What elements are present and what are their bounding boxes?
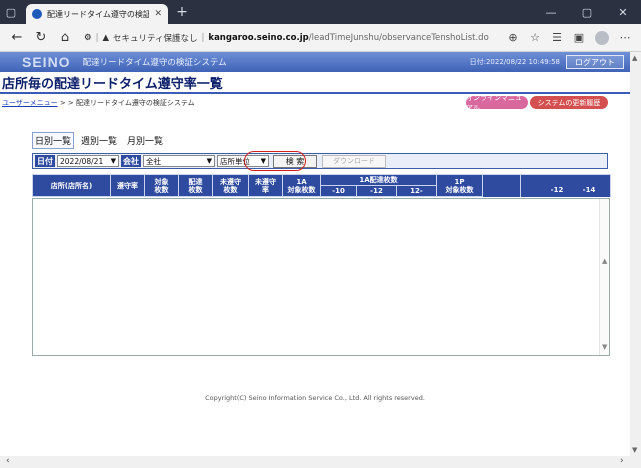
browser-tab[interactable]: 配達リードタイム遵守の検証システム ✕: [26, 4, 168, 24]
chevron-down-icon: ▼: [110, 157, 116, 165]
reload-icon[interactable]: ↻: [30, 27, 52, 49]
current-date: 日付:2022/08/22 10:49:58: [469, 58, 560, 66]
copyright-text: Copyright(C) Seino Information Service C…: [205, 394, 425, 402]
col-header-text: 配達 枚数: [188, 177, 203, 194]
scroll-down-icon[interactable]: ▼: [602, 343, 607, 351]
col-header-noncompliant-count: 未遵守 枚数: [212, 174, 249, 197]
filter-bar: 日付 2022/08/21 ▼ 会社 全社 ▼ 店所単位 ▼ 検 索 ダウンロード: [32, 153, 608, 169]
scroll-up-icon[interactable]: ▲: [632, 54, 637, 62]
seino-logo: SEINO: [22, 54, 71, 70]
col-header-noncompliant-rate: 未遵守 率: [248, 174, 283, 197]
date-label: 日付: [35, 155, 55, 167]
company-select-value: 全社: [146, 156, 161, 166]
more-icon[interactable]: ⋯: [615, 27, 635, 49]
minimize-icon[interactable]: —: [533, 0, 569, 24]
update-history-button[interactable]: システムの更新履歴: [530, 96, 608, 109]
back-icon[interactable]: ←: [6, 27, 28, 49]
maximize-icon[interactable]: ▢: [569, 0, 605, 24]
col-header-1a-12plus: 12-: [395, 185, 438, 197]
company-select[interactable]: 全社 ▼: [143, 155, 215, 167]
results-table-header: 店所(店所名) 遵守率 対象 枚数 配達 枚数 未遵守 枚数 未遵守 率 1A …: [32, 174, 612, 197]
download-button[interactable]: ダウンロード: [322, 154, 386, 168]
breadcrumb-current: > > 配達リードタイム遵守の検証システム: [57, 99, 195, 107]
tab-weekly[interactable]: 週別一覧: [78, 132, 120, 149]
view-tabs: 日別一覧 週別一覧 月別一覧: [32, 132, 166, 149]
search-highlight-annotation: [244, 151, 306, 171]
col-header-text: 1A 対象枚数: [287, 177, 316, 194]
col-header-1a-target: 1A 対象枚数: [282, 174, 321, 197]
col-header-compliance-rate: 遵守率: [110, 174, 145, 197]
address-bar: ← ↻ ⌂ ⚙ | ▲ セキュリティ保護なし | kangaroo.seino.…: [0, 24, 641, 52]
date-select-value: 2022/08/21: [60, 156, 104, 166]
close-window-icon[interactable]: ✕: [605, 0, 641, 24]
favorites-icon[interactable]: ☰: [547, 27, 567, 49]
chevron-down-icon: ▼: [206, 157, 212, 165]
scroll-down-icon[interactable]: ▼: [632, 446, 637, 454]
page-viewport: SEINO 配達リードタイム遵守の検証システム 日付:2022/08/22 10…: [0, 52, 630, 456]
browser-tab-title: 配達リードタイム遵守の検証システム: [47, 9, 150, 19]
col-header-1p-12: -12: [550, 186, 564, 194]
tab-daily[interactable]: 日別一覧: [32, 132, 75, 149]
breadcrumb: ユーザーメニュー > > 配達リードタイム遵守の検証システム: [2, 98, 195, 108]
collections-icon[interactable]: ▣: [569, 27, 589, 49]
warning-icon: ▲: [102, 32, 110, 43]
close-tab-icon[interactable]: ✕: [154, 9, 162, 19]
security-warning-text: セキュリティ保護なし: [113, 33, 198, 44]
scroll-up-icon[interactable]: ▲: [602, 257, 607, 265]
col-header-1a-10: -10: [320, 185, 357, 197]
col-header-1a-12: -12: [356, 185, 397, 197]
table-scrollbar[interactable]: ▲ ▼: [599, 199, 609, 355]
page-horizontal-scrollbar[interactable]: ‹ ›: [0, 456, 641, 468]
date-select[interactable]: 2022/08/21 ▼: [57, 155, 119, 167]
site-info-icon[interactable]: ⚙: [84, 33, 92, 43]
page-title: 店所毎の配達リードタイム遵守率一覧: [0, 78, 630, 94]
system-header: SEINO 配達リードタイム遵守の検証システム 日付:2022/08/22 10…: [0, 52, 630, 72]
online-manual-button[interactable]: オンラインマニュアル: [466, 94, 528, 112]
col-header-text: 対象 枚数: [154, 177, 169, 194]
scroll-right-icon[interactable]: ›: [620, 456, 624, 466]
col-header-text: 1P 対象枚数: [445, 177, 474, 194]
results-table-body[interactable]: ▲ ▼: [32, 198, 610, 356]
url-path: /leadTimeJunshu/observanceTenshoList.do: [308, 32, 489, 43]
favorite-star-icon[interactable]: ☆: [525, 27, 545, 49]
url-field[interactable]: ⚙ | ▲ セキュリティ保護なし | kangaroo.seino.co.jp/…: [78, 27, 501, 49]
system-name: 配達リードタイム遵守の検証システム: [82, 58, 227, 68]
zoom-icon[interactable]: ⊕: [503, 27, 523, 49]
home-icon[interactable]: ⌂: [54, 27, 76, 49]
browser-tab-bar: ▢ 配達リードタイム遵守の検証システム ✕ + — ▢ ✕: [0, 0, 641, 24]
col-header-text: 未遵守 率: [255, 177, 276, 194]
breadcrumb-user-menu-link[interactable]: ユーザーメニュー: [2, 99, 58, 107]
col-header-text: 未遵守 枚数: [220, 177, 241, 194]
col-header-spacer: [482, 174, 522, 197]
col-header-delivered-count: 配達 枚数: [178, 174, 213, 197]
page-vertical-scrollbar[interactable]: ▲ ▼: [630, 52, 641, 456]
col-header-1a-group: 1A配達枚数: [319, 174, 438, 186]
col-header-1p-target: 1P 対象枚数: [436, 174, 484, 197]
window-menu-icon[interactable]: ▢: [0, 1, 22, 23]
new-tab-button[interactable]: +: [172, 2, 192, 22]
url-host: kangaroo.seino.co.jp: [208, 32, 309, 43]
logout-button[interactable]: ログアウト: [566, 55, 624, 69]
company-label: 会社: [121, 155, 141, 167]
col-header-store: 店所(店所名): [32, 174, 111, 197]
profile-avatar[interactable]: [595, 30, 609, 45]
scroll-left-icon[interactable]: ‹: [6, 456, 10, 466]
site-favicon-icon: [32, 9, 42, 19]
col-header-target-count: 対象 枚数: [144, 174, 179, 197]
col-header-1p-14: -14: [582, 186, 596, 194]
tab-monthly[interactable]: 月別一覧: [124, 132, 166, 149]
